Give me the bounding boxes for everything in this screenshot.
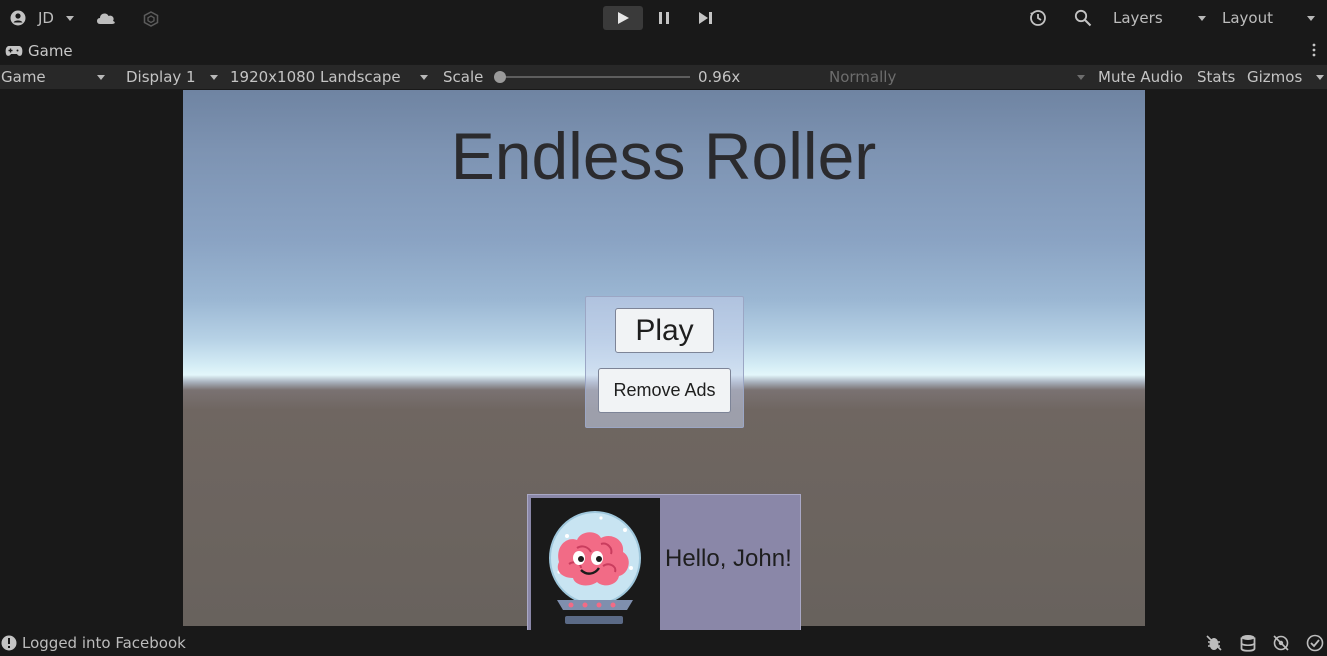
- chevron-down-icon: [97, 75, 105, 80]
- view-mode-label: Game: [1, 68, 46, 86]
- chevron-down-icon: [420, 75, 428, 80]
- main-menu-panel: Play Remove Ads: [585, 296, 744, 428]
- step-icon: [699, 12, 712, 24]
- status-bar: Logged into Facebook: [0, 630, 1327, 656]
- step-button[interactable]: [698, 11, 714, 25]
- chevron-down-icon: [1316, 75, 1324, 80]
- display-dropdown[interactable]: Display 1: [118, 65, 222, 89]
- scale-slider[interactable]: [494, 71, 692, 83]
- chevron-down-icon: [1307, 16, 1315, 21]
- layers-dropdown[interactable]: Layers: [1104, 8, 1212, 30]
- network-icon[interactable]: [1272, 634, 1290, 652]
- check-icon[interactable]: [1306, 634, 1324, 652]
- bug-icon[interactable]: [1205, 634, 1223, 652]
- scale-value: 0.96x: [698, 68, 741, 86]
- scale-slider-thumb[interactable]: [494, 71, 506, 83]
- play-mode-dropdown[interactable]: Normally: [824, 65, 1090, 89]
- stats-toggle[interactable]: Stats: [1197, 65, 1235, 89]
- pause-button[interactable]: [657, 11, 671, 25]
- resolution-label: 1920x1080 Landscape: [230, 68, 401, 86]
- chevron-down-icon: [66, 16, 74, 21]
- info-icon: [1, 635, 17, 651]
- profile-panel: Hello, John!: [527, 494, 801, 634]
- gamepad-icon: [5, 45, 23, 57]
- scale-slider-track: [500, 76, 690, 78]
- avatar: [531, 498, 660, 633]
- status-message[interactable]: Logged into Facebook: [22, 630, 186, 656]
- chevron-down-icon: [210, 75, 218, 80]
- search-icon[interactable]: [1074, 9, 1092, 27]
- play-button[interactable]: [603, 6, 643, 30]
- gizmos-dropdown[interactable]: Gizmos: [1244, 65, 1327, 89]
- resolution-dropdown[interactable]: 1920x1080 Landscape: [226, 65, 436, 89]
- layout-label: Layout: [1222, 9, 1273, 27]
- account-dropdown[interactable]: JD: [8, 8, 80, 28]
- main-toolbar: JD Layers Layout: [0, 0, 1327, 38]
- layers-label: Layers: [1113, 9, 1163, 27]
- play-game-button[interactable]: Play: [615, 308, 714, 353]
- play-icon: [616, 11, 630, 25]
- display-label: Display 1: [126, 68, 196, 86]
- pause-icon: [659, 12, 669, 24]
- layout-dropdown[interactable]: Layout: [1212, 8, 1322, 30]
- history-icon[interactable]: [1029, 9, 1047, 27]
- game-title: Endless Roller: [450, 119, 877, 193]
- scale-label: Scale: [443, 68, 484, 86]
- remove-ads-button[interactable]: Remove Ads: [598, 368, 731, 413]
- view-mode-dropdown[interactable]: Game: [0, 65, 112, 89]
- account-icon: [10, 10, 26, 26]
- greeting-text: Hello, John!: [665, 545, 792, 572]
- more-icon[interactable]: [1312, 43, 1316, 57]
- collab-icon[interactable]: [143, 11, 159, 27]
- play-mode-label: Normally: [829, 68, 897, 86]
- brain-avatar-icon: [541, 508, 651, 626]
- gizmos-label: Gizmos: [1247, 68, 1303, 86]
- chevron-down-icon: [1198, 16, 1206, 21]
- tab-game[interactable]: Game: [0, 40, 80, 62]
- chevron-down-icon: [1077, 75, 1085, 80]
- game-view-toolbar: Game Display 1 1920x1080 Landscape Scale…: [0, 64, 1327, 89]
- account-label: JD: [38, 9, 54, 27]
- database-icon[interactable]: [1239, 634, 1257, 652]
- game-tab-header: Game: [0, 40, 1327, 62]
- cloud-icon[interactable]: [95, 10, 117, 26]
- tab-game-label: Game: [28, 42, 73, 60]
- mute-audio-toggle[interactable]: Mute Audio: [1098, 65, 1183, 89]
